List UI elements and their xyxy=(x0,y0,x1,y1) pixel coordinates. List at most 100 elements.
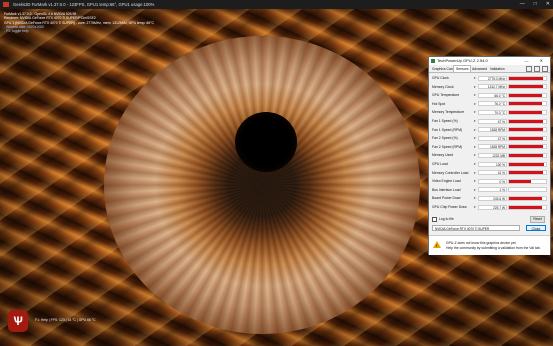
menu-icon[interactable] xyxy=(542,66,548,72)
sensor-dropdown-icon[interactable]: ▾ xyxy=(474,120,476,123)
sensor-value: 76.0 °C xyxy=(478,101,507,107)
gpuz-title: TechPowerUp GPU-Z 2.54.0 xyxy=(437,58,488,63)
close-button[interactable]: Close xyxy=(526,225,546,231)
maximize-button[interactable]: □ xyxy=(534,0,537,9)
sensor-value: 1528 RPM xyxy=(478,144,507,150)
sensor-dropdown-icon[interactable]: ▾ xyxy=(474,85,476,89)
sensor-graph-fill xyxy=(509,145,544,149)
sensor-graph-fill xyxy=(509,196,543,200)
log-to-file-checkbox[interactable] xyxy=(432,216,437,222)
furmark-logo: Ѱ xyxy=(8,310,28,332)
sensor-label: Bus Interface Load xyxy=(432,187,461,192)
tab-advanced[interactable]: Advanced xyxy=(470,66,489,72)
reset-button[interactable]: Reset xyxy=(530,216,545,223)
sensor-dropdown-icon[interactable]: ▾ xyxy=(474,171,476,175)
minimize-button[interactable]: — xyxy=(520,0,525,9)
sensor-graph xyxy=(508,170,547,176)
sensor-dropdown-icon[interactable]: ▾ xyxy=(474,102,476,106)
sensor-row: Fan 2 Speed (RPM) ▾ 1528 RPM xyxy=(431,144,548,151)
warning-icon-mark: ! xyxy=(436,243,438,248)
sensor-graph xyxy=(508,195,547,201)
sensor-graph xyxy=(508,135,547,141)
sensor-graph xyxy=(508,75,547,81)
tab-validation[interactable]: Validation xyxy=(488,66,507,72)
sensor-dropdown-icon[interactable]: ▾ xyxy=(474,163,476,166)
sensor-graph-fill xyxy=(509,128,544,132)
gpuz-tabs: Graphics Card Sensors Advanced Validatio… xyxy=(429,65,550,73)
sensor-dropdown-icon[interactable]: ▾ xyxy=(474,137,476,140)
sensor-dropdown-icon[interactable]: ▾ xyxy=(474,77,476,80)
sensor-row: Fan 1 Speed (%) ▾ 47 % xyxy=(431,118,548,125)
sensor-dropdown-icon[interactable]: ▾ xyxy=(474,145,476,149)
sensor-value: 70.0 °C xyxy=(478,109,507,115)
sensor-row: Fan 2 Speed (%) ▾ 47 % xyxy=(431,135,548,142)
tab-graphics-card[interactable]: Graphics Card xyxy=(430,66,456,72)
sensor-dropdown-icon[interactable]: ▾ xyxy=(474,188,476,192)
sensor-value: 2775.0 MHz xyxy=(478,75,507,81)
sensor-value: 41 % xyxy=(478,170,507,176)
window-title: Geeks3D FurMark v1.37.0.0 - 123FPS, GPU1… xyxy=(13,2,155,7)
sensor-graph-fill xyxy=(509,119,544,123)
sensor-dropdown-icon[interactable]: ▾ xyxy=(474,94,476,97)
sensor-label: Fan 2 Speed (RPM) xyxy=(432,144,463,149)
sensor-row: Hot Spot ▾ 76.0 °C xyxy=(431,101,548,108)
sensor-graph-fill xyxy=(509,76,544,80)
gpuz-window-controls[interactable]: — ✕ xyxy=(525,57,548,65)
sensor-value: 1528 RPM xyxy=(478,127,507,133)
sensor-label: GPU Load xyxy=(432,162,448,166)
sensor-graph xyxy=(508,161,547,167)
osd-overlay: FurMark v1.37.0.0 - OpenGL 4.6 NVIDIA 52… xyxy=(4,12,154,33)
sensor-dropdown-icon[interactable]: ▾ xyxy=(474,180,476,183)
sensor-row: GPU Clock ▾ 2775.0 MHz xyxy=(431,75,548,82)
sensor-label: Fan 2 Speed (%) xyxy=(432,136,458,141)
sensor-label: Memory Clock xyxy=(432,84,454,89)
camera-icon[interactable] xyxy=(526,66,532,72)
tab-sensors[interactable]: Sensors xyxy=(453,65,472,72)
notice-line-2: Help the community by submitting a valid… xyxy=(446,246,541,250)
sensor-graph xyxy=(508,144,547,150)
sensor-graph-fill xyxy=(509,179,532,183)
sensor-graph xyxy=(508,187,547,193)
sensor-graph xyxy=(508,92,547,98)
sensor-row: Bus Interface Load ▾ 1 % xyxy=(431,187,548,194)
sensor-row: GPU Load ▾ 100 % xyxy=(431,161,548,168)
sensor-dropdown-icon[interactable]: ▾ xyxy=(474,128,476,132)
sensor-graph-fill xyxy=(509,110,543,114)
sensor-label: GPU Temperature xyxy=(432,93,460,98)
log-to-file-label: Log to file xyxy=(439,217,454,221)
gpu-select-dropdown[interactable]: NVIDIA GeForce RTX 4070 Ti SUPER xyxy=(432,225,520,231)
sensor-row: Video Engine Load ▾ 0 % xyxy=(431,178,548,185)
fur-donut-center xyxy=(235,112,297,172)
sensor-label: Memory Temperature xyxy=(432,110,465,115)
sensor-row: Board Power Draw ▾ 243.6 W xyxy=(431,195,548,202)
fur-donut-rays xyxy=(104,36,420,334)
sensor-label: Fan 1 Speed (RPM) xyxy=(432,127,463,132)
sensor-value: 66.0 °C xyxy=(478,92,507,98)
sensor-graph-fill xyxy=(509,102,543,106)
sensor-dropdown-icon[interactable]: ▾ xyxy=(474,154,476,157)
sensor-dropdown-icon[interactable]: ▾ xyxy=(474,111,476,114)
sensor-label: GPU Clock xyxy=(432,76,449,80)
sensor-row: Fan 1 Speed (RPM) ▾ 1528 RPM xyxy=(431,127,548,134)
sensor-dropdown-icon[interactable]: ▾ xyxy=(474,206,476,209)
sensor-row: Memory Temperature ▾ 70.0 °C xyxy=(431,109,548,116)
sensor-label: Memory Controller Load xyxy=(432,170,469,175)
window-titlebar[interactable]: Geeks3D FurMark v1.37.0.0 - 123FPS, GPU1… xyxy=(0,0,553,9)
sensor-label: Video Engine Load xyxy=(432,179,461,184)
refresh-icon[interactable] xyxy=(534,66,540,72)
sensor-value: 1312.7 MHz xyxy=(478,84,507,90)
sensor-value: 225.7 W xyxy=(478,204,507,210)
sensor-graph-fill xyxy=(509,171,544,175)
sensor-graph-fill xyxy=(509,153,544,157)
sensor-label: GPU Chip Power Draw xyxy=(432,205,467,209)
sensor-graph xyxy=(508,109,547,115)
gpuz-window: TechPowerUp GPU-Z 2.54.0 — ✕ Graphics Ca… xyxy=(428,56,551,255)
gpuz-titlebar[interactable]: TechPowerUp GPU-Z 2.54.0 — ✕ xyxy=(429,57,550,65)
sensor-graph-fill xyxy=(509,205,543,209)
sensor-graph-fill xyxy=(509,162,545,166)
close-window-button[interactable]: ✕ xyxy=(546,0,550,9)
sensor-dropdown-icon[interactable]: ▾ xyxy=(474,197,476,200)
sensor-value: 1 % xyxy=(478,187,507,193)
sensor-row: GPU Chip Power Draw ▾ 225.7 W xyxy=(431,204,548,211)
sensor-row: Memory Clock ▾ 1312.7 MHz xyxy=(431,84,548,91)
